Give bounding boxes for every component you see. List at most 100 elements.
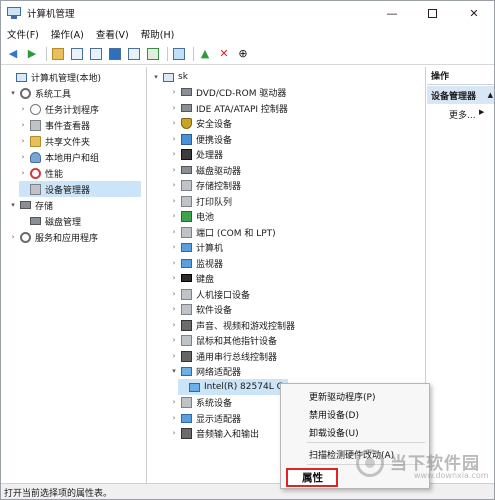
left-tree-item[interactable]: › 事件查看器 xyxy=(19,117,90,133)
close-button[interactable]: ✕ xyxy=(457,1,491,25)
expand-icon[interactable]: › xyxy=(170,398,178,406)
forward-button[interactable]: ▶ xyxy=(24,46,40,62)
submenu-arrow-icon: ▶ xyxy=(479,108,485,116)
expand-icon[interactable]: › xyxy=(170,135,178,143)
ctx-disable-device[interactable]: 禁用设备(D) xyxy=(309,408,359,421)
device-category[interactable]: › 存储控制器 xyxy=(170,177,241,193)
show-action-pane-button[interactable] xyxy=(126,46,142,62)
export-button[interactable] xyxy=(145,46,161,62)
ctx-separator xyxy=(307,464,425,465)
ctx-uninstall-device[interactable]: 卸载设备(U) xyxy=(309,426,359,439)
device-category[interactable]: › 计算机 xyxy=(170,239,223,255)
maximize-button[interactable] xyxy=(415,1,449,25)
up-button[interactable] xyxy=(50,46,66,62)
expand-icon[interactable]: › xyxy=(170,305,178,313)
expand-icon[interactable]: › xyxy=(19,121,27,129)
menu-view[interactable]: 查看(V) xyxy=(90,27,135,41)
actions-more-link[interactable]: 更多... ▶ xyxy=(449,108,484,121)
expand-icon[interactable]: › xyxy=(170,352,178,360)
device-category[interactable]: › 声音、视频和游戏控制器 xyxy=(170,317,295,333)
expand-icon[interactable]: › xyxy=(170,429,178,437)
minimize-button[interactable]: — xyxy=(375,1,409,25)
device-category[interactable]: › 音频输入和输出 xyxy=(170,425,259,441)
update-driver-button[interactable]: ▲ xyxy=(197,46,213,62)
expand-icon[interactable]: › xyxy=(170,119,178,127)
device-category[interactable]: › 人机接口设备 xyxy=(170,286,250,302)
left-tree-label: 磁盘管理 xyxy=(45,217,82,228)
device-category[interactable]: › 鼠标和其他指针设备 xyxy=(170,332,277,348)
left-tree-item[interactable]: › 本地用户和组 xyxy=(19,149,99,165)
left-tree-item[interactable]: 磁盘管理 xyxy=(19,213,81,229)
expand-icon[interactable]: › xyxy=(170,274,178,282)
expand-icon[interactable]: › xyxy=(170,290,178,298)
collapse-icon[interactable]: ▾ xyxy=(9,89,17,97)
expand-icon[interactable]: › xyxy=(19,169,27,177)
left-tree-item[interactable]: › 服务和应用程序 xyxy=(9,229,98,245)
device-category[interactable]: › 键盘 xyxy=(170,270,214,286)
device-category[interactable]: › DVD/CD-ROM 驱动器 xyxy=(170,84,286,100)
ctx-update-driver[interactable]: 更新驱动程序(P) xyxy=(309,390,375,403)
device-category[interactable]: › IDE ATA/ATAPI 控制器 xyxy=(170,100,288,116)
expand-icon[interactable]: › xyxy=(9,233,17,241)
actions-section-device-manager[interactable]: 设备管理器 ▲ xyxy=(427,86,494,104)
disable-device-button[interactable]: ⊕ xyxy=(235,46,251,62)
scan-hardware-button[interactable] xyxy=(171,46,187,62)
expand-icon[interactable]: › xyxy=(19,153,27,161)
back-button[interactable]: ◀ xyxy=(5,46,21,62)
device-category[interactable]: › 软件设备 xyxy=(170,301,232,317)
collapse-icon[interactable]: ▾ xyxy=(152,73,160,81)
device-category[interactable]: › 安全设备 xyxy=(170,115,232,131)
device-category[interactable]: › 处理器 xyxy=(170,146,223,162)
expand-icon[interactable]: › xyxy=(170,88,178,96)
expand-icon[interactable]: › xyxy=(170,336,178,344)
menu-file[interactable]: 文件(F) xyxy=(1,27,45,41)
device-category[interactable]: › 打印队列 xyxy=(170,193,232,209)
expand-icon[interactable]: › xyxy=(170,212,178,220)
expand-icon[interactable]: › xyxy=(170,166,178,174)
expand-icon[interactable]: › xyxy=(170,228,178,236)
uninstall-device-button[interactable]: ✕ xyxy=(216,46,232,62)
show-hide-tree-button[interactable] xyxy=(69,46,85,62)
ctx-properties-highlighted[interactable]: 属性 xyxy=(286,468,338,487)
left-tree-item[interactable]: › 性能 xyxy=(19,165,63,181)
left-tree-item[interactable]: 设备管理器 xyxy=(19,181,141,197)
expand-icon[interactable]: › xyxy=(170,243,178,251)
device-category[interactable]: › 端口 (COM 和 LPT) xyxy=(170,224,276,240)
expand-icon[interactable]: › xyxy=(170,414,178,422)
left-tree-item[interactable]: ▾ 存储 xyxy=(9,197,53,213)
expand-icon[interactable]: › xyxy=(170,259,178,267)
collapse-icon[interactable]: ▾ xyxy=(9,201,17,209)
collapse-icon[interactable]: ▾ xyxy=(170,367,178,375)
expand-icon[interactable]: › xyxy=(19,105,27,113)
speaker-device-icon xyxy=(181,319,192,331)
computer-management-window: 计算机管理 — ✕ 文件(F) 操作(A) 查看(V) 帮助(H) ◀ ▶ ▲ … xyxy=(0,0,495,500)
device-category[interactable]: › 监视器 xyxy=(170,255,223,271)
update-driver-icon: ▲ xyxy=(200,47,210,60)
expand-icon[interactable]: › xyxy=(170,150,178,158)
menu-help[interactable]: 帮助(H) xyxy=(135,27,181,41)
device-category[interactable]: › 通用串行总线控制器 xyxy=(170,348,277,364)
clock-icon xyxy=(30,103,41,115)
menu-action[interactable]: 操作(A) xyxy=(45,27,90,41)
device-category[interactable]: › 磁盘驱动器 xyxy=(170,162,241,178)
device-tree-root[interactable]: ▾ sk xyxy=(152,69,188,85)
expand-icon[interactable]: › xyxy=(170,181,178,189)
status-text: 打开当前选择项的属性表。 xyxy=(4,489,113,499)
expand-icon[interactable]: › xyxy=(170,321,178,329)
help-button[interactable] xyxy=(107,46,123,62)
expand-icon[interactable]: › xyxy=(170,197,178,205)
expand-icon[interactable]: › xyxy=(19,137,27,145)
left-tree-item[interactable]: 计算机管理(本地) xyxy=(5,69,101,85)
left-tree-item[interactable]: › 共享文件夹 xyxy=(19,133,90,149)
left-tree-item[interactable]: ▾ 系统工具 xyxy=(9,85,71,101)
device-category[interactable]: › 便携设备 xyxy=(170,131,232,147)
device-category[interactable]: › 显示适配器 xyxy=(170,410,241,426)
expand-icon[interactable]: › xyxy=(170,104,178,112)
device-category[interactable]: ▾ 网络适配器 xyxy=(170,363,241,379)
device-category[interactable]: › 电池 xyxy=(170,208,214,224)
device-item[interactable]: Intel(R) 82574L G xyxy=(178,379,288,395)
left-tree-item[interactable]: › 任务计划程序 xyxy=(19,101,99,117)
properties-toolbar-button[interactable] xyxy=(88,46,104,62)
device-category[interactable]: › 系统设备 xyxy=(170,394,232,410)
ctx-scan-hardware[interactable]: 扫描检测硬件改动(A) xyxy=(309,448,394,461)
